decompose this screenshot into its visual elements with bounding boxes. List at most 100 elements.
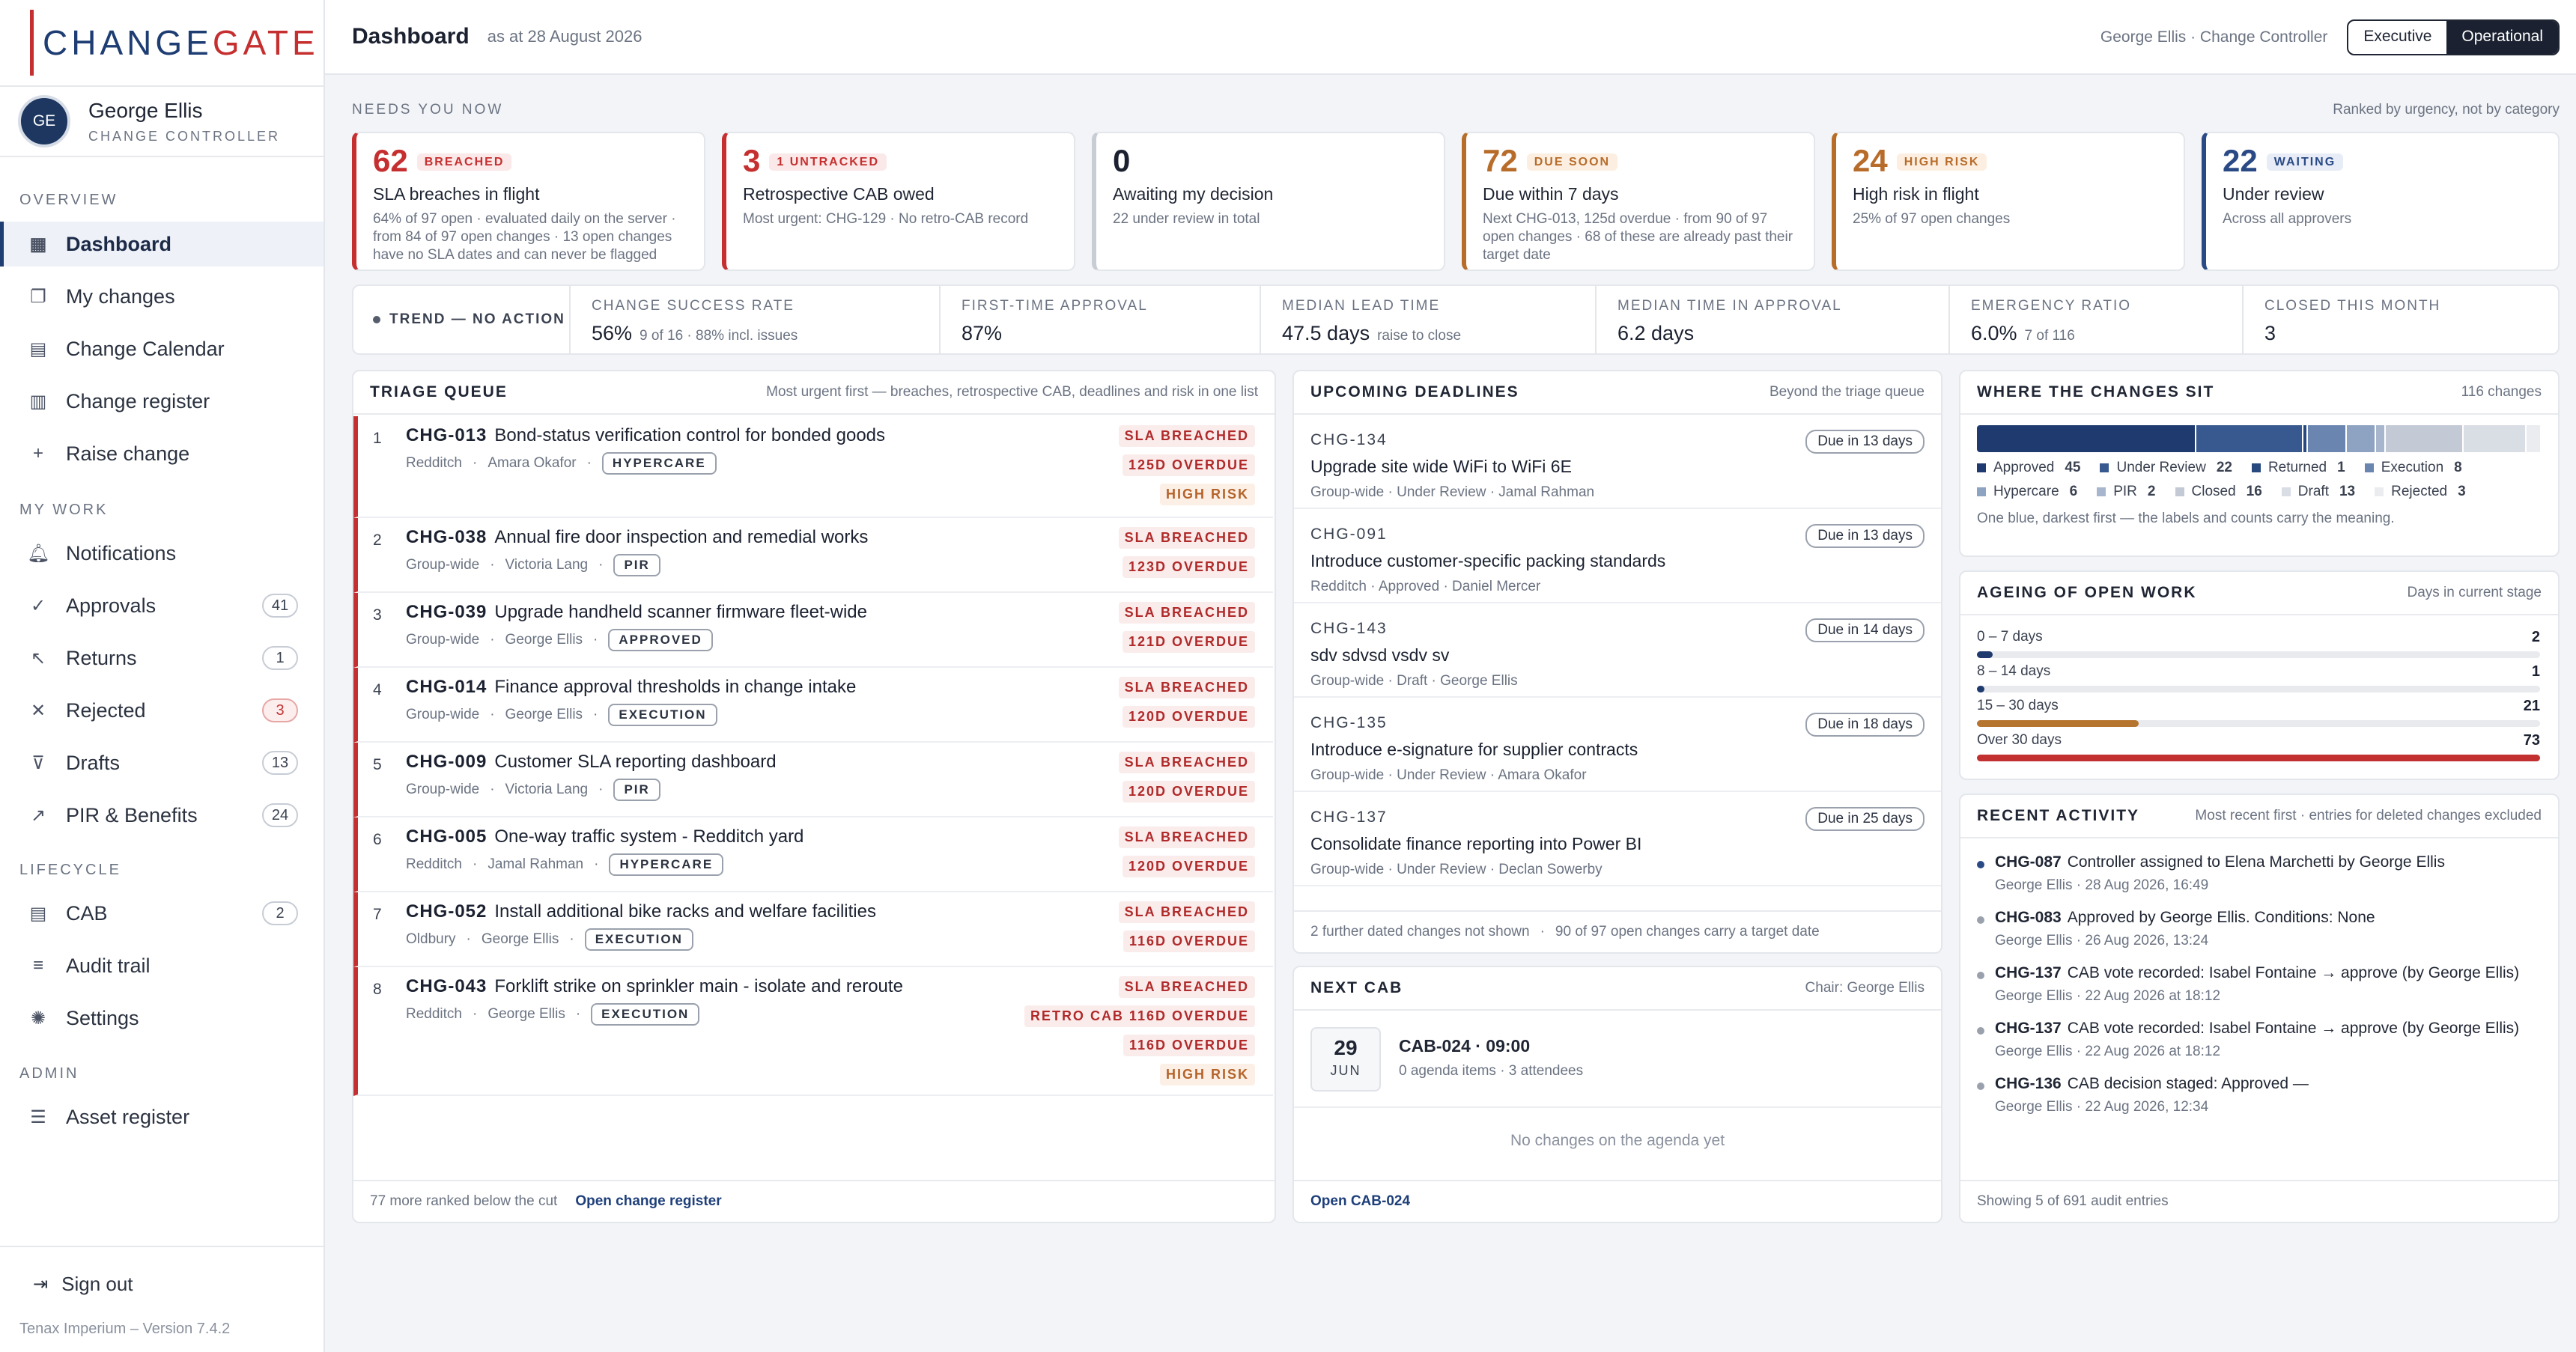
ageing-track	[1977, 720, 2540, 727]
sidebar-item-returns[interactable]: ↖ Returns 1	[0, 636, 323, 680]
sidebar-item-label: Change Calendar	[66, 337, 225, 360]
change-site: Oldbury	[406, 931, 456, 947]
deadline-row[interactable]: CHG-135 Introduce e-signature for suppli…	[1294, 699, 1941, 792]
trend-dot-icon	[373, 316, 380, 323]
status-tag: 116D OVERDUE	[1123, 1035, 1255, 1056]
sign-out-label: Sign out	[61, 1273, 133, 1295]
view-executive-button[interactable]: Executive	[2348, 21, 2446, 54]
sidebar-item-approvals[interactable]: ✓ Approvals 41	[0, 583, 323, 628]
sidebar-item-label: Change register	[66, 389, 210, 412]
triage-row[interactable]: 8 CHG-043 Forklift strike on sprinkler ma…	[353, 967, 1273, 1096]
card-sla-breaches[interactable]: 62 BREACHED SLA breaches in flight 64% of…	[352, 132, 705, 271]
card-under-review[interactable]: 22 WAITING Under review Across all approv…	[2202, 132, 2560, 271]
kpi-value: 87%	[962, 322, 1003, 344]
sidebar-item-change-register[interactable]: ▥ Change register	[0, 379, 323, 424]
card-retro-cab[interactable]: 3 1 UNTRACKED Retrospective CAB owed Most…	[722, 132, 1075, 271]
card-high-risk[interactable]: 24 HIGH RISK High risk in flight 25% of 9…	[1832, 132, 2185, 271]
sidebar-item-my-changes[interactable]: ❐ My changes	[0, 274, 323, 319]
ageing-track	[1977, 651, 2540, 658]
stage-stacked-bar	[1977, 425, 2542, 452]
due-badge: Due in 25 days	[1805, 807, 1925, 831]
change-owner: George Ellis	[505, 632, 583, 648]
sidebar-item-rejected[interactable]: ✕ Rejected 3	[0, 688, 323, 733]
change-id: CHG-052	[406, 901, 487, 922]
sidebar-item-drafts[interactable]: ⊽ Drafts 13	[0, 740, 323, 785]
where-changes-sit-panel: WHERE THE CHANGES SIT 116 changes Approve…	[1959, 370, 2560, 557]
activity-item[interactable]: CHG-083 Approved by George Ellis. Conditi…	[1977, 909, 2546, 949]
activity-meta: George Ellis · 22 Aug 2026, 12:34	[1995, 1099, 2209, 1115]
panel-title: UPCOMING DEADLINES	[1310, 383, 1519, 401]
legend-item: Rejected 3	[2375, 484, 2466, 500]
card-due-soon[interactable]: 72 DUE SOON Due within 7 days Next CHG-01…	[1462, 132, 1815, 271]
ageing-track	[1977, 755, 2540, 761]
next-cab-panel: NEXT CAB Chair: George Ellis 29 JUN CAB-0…	[1292, 966, 1942, 1223]
deadline-row[interactable]: CHG-134 Upgrade site wide WiFi to WiFi 6…	[1294, 416, 1941, 509]
deadline-row[interactable]: CHG-091 Introduce customer-specific pack…	[1294, 511, 1941, 603]
triage-row[interactable]: 1 CHG-013 Bond-status verification contro…	[353, 416, 1273, 518]
status-tag: SLA BREACHED	[1118, 976, 1255, 998]
due-badge: Due in 13 days	[1805, 430, 1925, 454]
change-id: CHG-137	[1995, 1020, 2062, 1037]
triage-row[interactable]: 2 CHG-038 Annual fire door inspection and…	[353, 518, 1273, 593]
card-number: 24	[1853, 143, 1888, 178]
change-owner: Victoria Lang	[505, 782, 589, 797]
sidebar-item-dashboard[interactable]: ▦ Dashboard	[0, 222, 323, 267]
sign-out-button[interactable]: ⇥ Sign out	[33, 1273, 133, 1296]
view-operational-button[interactable]: Operational	[2446, 21, 2558, 54]
activity-item[interactable]: CHG-137 CAB vote recorded: Isabel Fontain…	[1977, 964, 2546, 1005]
sidebar-item-cab[interactable]: ▤ CAB 2	[0, 891, 323, 936]
rejected-count-badge: 3	[262, 698, 298, 722]
ageing-panel: AGEING OF OPEN WORK Days in current stage…	[1959, 570, 2560, 780]
change-title: Forklift strike on sprinkler main - isol…	[494, 976, 903, 996]
user-profile[interactable]: GE George Ellis CHANGE CONTROLLER	[0, 87, 323, 157]
sidebar-item-pir-benefits[interactable]: ↗ PIR & Benefits 24	[0, 793, 323, 838]
triage-row[interactable]: 7 CHG-052 Install additional bike racks a…	[353, 892, 1273, 967]
sidebar-item-change-calendar[interactable]: ▤ Change Calendar	[0, 326, 323, 371]
triage-row[interactable]: 6 CHG-005 One-way traffic system - Reddit…	[353, 817, 1273, 892]
open-change-register-link[interactable]: Open change register	[575, 1193, 721, 1210]
meta-sep: ·	[473, 1006, 478, 1022]
activity-item[interactable]: CHG-136 CAB decision staged: Approved — G…	[1977, 1075, 2546, 1115]
deadline-row[interactable]: CHG-137 Consolidate finance reporting in…	[1294, 794, 1941, 886]
legend-swatch	[1977, 463, 1986, 472]
sidebar-item-notifications[interactable]: 🔔︎ Notifications	[0, 531, 323, 576]
kpi-value: 6.0%	[1971, 322, 2017, 344]
activity-item[interactable]: CHG-137 CAB vote recorded: Isabel Fontain…	[1977, 1020, 2546, 1060]
cab-count-badge: 2	[262, 901, 298, 925]
card-awaiting-decision[interactable]: 0 Awaiting my decision 22 under review i…	[1092, 132, 1445, 271]
activity-dot-icon	[1977, 1082, 1984, 1090]
open-cab-link[interactable]: Open CAB-024	[1310, 1193, 1410, 1210]
triage-row[interactable]: 5 CHG-009 Customer SLA reporting dashboar…	[353, 743, 1273, 817]
triage-row[interactable]: 4 CHG-014 Finance approval thresholds in …	[353, 668, 1273, 743]
sidebar-item-asset-register[interactable]: ☰ Asset register	[0, 1094, 323, 1139]
deadline-row[interactable]: CHG-143 sdv sdvsd vsdv sv Group-wide · D…	[1294, 605, 1941, 698]
sidebar-item-label: Drafts	[66, 751, 121, 774]
ageing-label: 0 – 7 days	[1977, 629, 2043, 645]
triage-rank: 2	[373, 532, 382, 549]
legend-count: 22	[2216, 460, 2232, 475]
due-badge: Due in 18 days	[1805, 713, 1925, 737]
status-tag: 120D OVERDUE	[1122, 706, 1255, 728]
triage-row[interactable]: 3 CHG-039 Upgrade handheld scanner firmwa…	[353, 593, 1273, 668]
cab-month: JUN	[1330, 1063, 1361, 1078]
card-badge: BREACHED	[416, 153, 512, 171]
stage-pill: HYPERCARE	[609, 853, 724, 876]
meta-sep: ·	[575, 1006, 581, 1022]
change-owner: Jamal Rahman	[487, 856, 584, 872]
trend-label-text: TREND — NO ACTION	[389, 311, 565, 327]
card-number: 62	[373, 143, 408, 178]
deadlines-footer: 2 further dated changes not shown · 90 of …	[1294, 910, 1941, 952]
sidebar-item-settings[interactable]: ✺ Settings	[0, 996, 323, 1041]
nav-section-admin: ADMIN	[19, 1065, 79, 1082]
stage-bar-segment	[2307, 425, 2347, 452]
activity-item[interactable]: CHG-087 Controller assigned to Elena Marc…	[1977, 853, 2546, 894]
ageing-value: 2	[2531, 629, 2540, 645]
activity-footer: Showing 5 of 691 audit entries	[1960, 1180, 2558, 1222]
brand-logo[interactable]: CHANGEGATE	[0, 0, 323, 87]
card-desc: Across all approvers	[2223, 211, 2352, 227]
sidebar-item-audit-trail[interactable]: ≡ Audit trail	[0, 943, 323, 988]
sidebar-item-raise-change[interactable]: + Raise change	[0, 431, 323, 476]
card-number: 72	[1483, 143, 1518, 178]
change-id: CHG-039	[406, 602, 487, 622]
top-bar: Dashboard as at 28 August 2026 George El…	[325, 0, 2576, 75]
